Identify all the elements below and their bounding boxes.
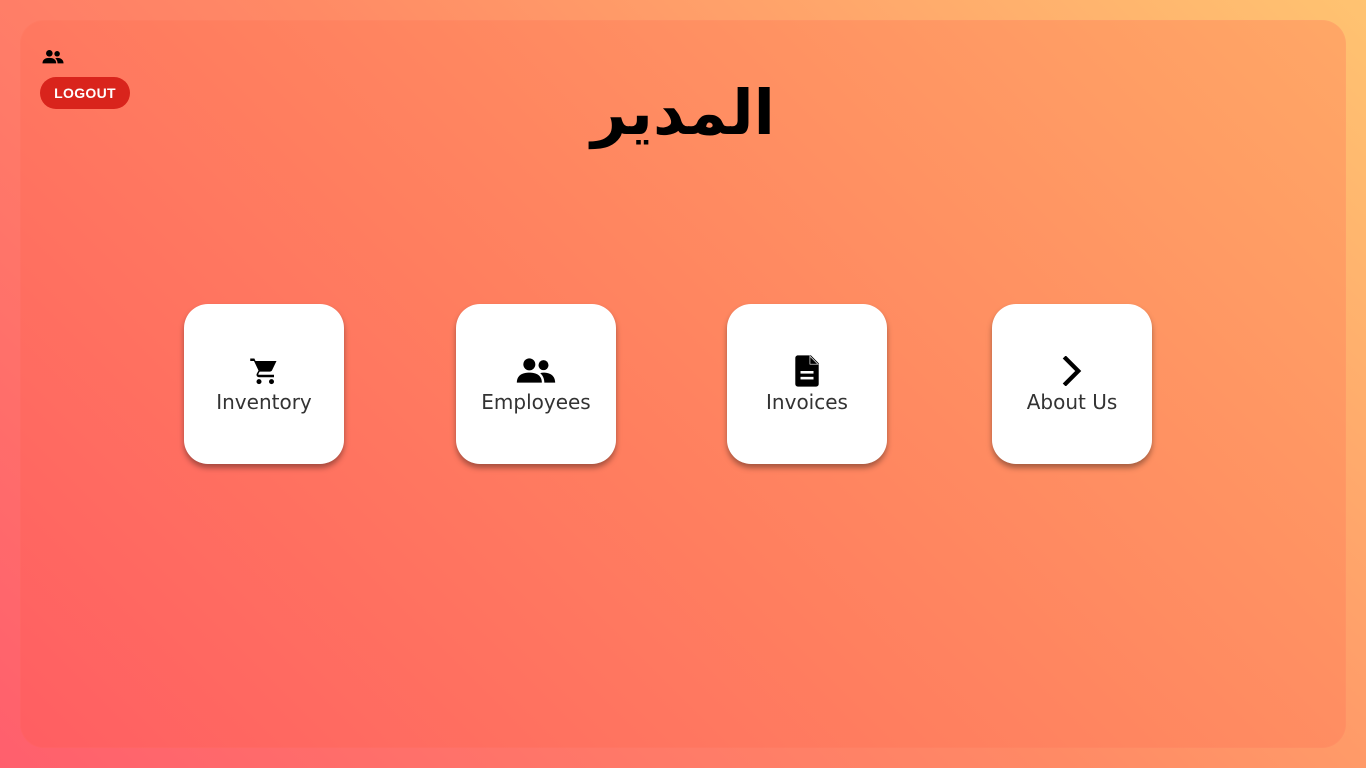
employees-tile[interactable]: Employees	[456, 304, 616, 464]
invoices-tile[interactable]: Invoices	[727, 304, 887, 464]
chevron-right-icon	[1052, 354, 1092, 388]
cart-icon	[244, 354, 284, 388]
invoices-label: Invoices	[766, 390, 848, 414]
inventory-tile[interactable]: Inventory	[184, 304, 344, 464]
about-us-tile[interactable]: About Us	[992, 304, 1152, 464]
people-icon	[516, 354, 556, 388]
about-us-label: About Us	[1026, 390, 1118, 414]
main-panel: LOGOUT المدير Inventory Employees Invoic…	[20, 20, 1346, 748]
document-icon	[787, 354, 827, 388]
page-title: المدير	[591, 76, 775, 149]
employees-label: Employees	[481, 390, 591, 414]
people-icon	[42, 48, 64, 66]
inventory-label: Inventory	[216, 390, 312, 414]
